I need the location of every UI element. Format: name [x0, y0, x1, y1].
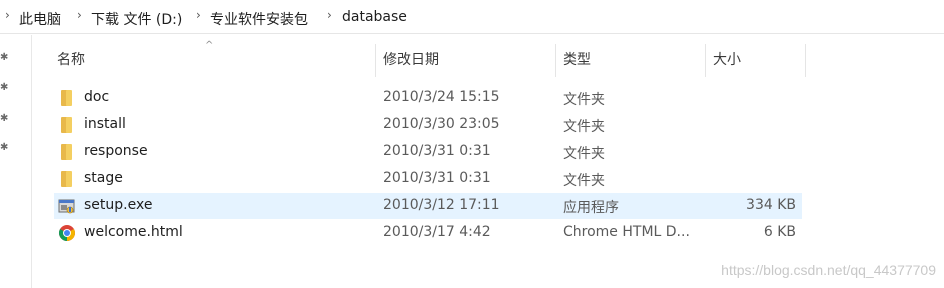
navigation-pane[interactable]: ✱ ✱ ✱ ✱	[0, 35, 32, 288]
watermark-text: https://blog.csdn.net/qq_44377709	[721, 262, 936, 278]
file-row-selected[interactable]: setup.exe 2010/3/12 17:11 应用程序 334 KB	[54, 193, 802, 219]
breadcrumb-item-current[interactable]: database	[342, 9, 407, 25]
chevron-right-icon[interactable]: ›	[196, 8, 201, 22]
address-bar[interactable]: › 此电脑 › 下载 文件 (D:) › 专业软件安装包 › database	[0, 0, 944, 34]
chevron-right-icon[interactable]: ›	[327, 8, 332, 22]
file-name: response	[84, 143, 148, 159]
file-modified: 2010/3/30 23:05	[383, 116, 500, 132]
column-header-size[interactable]: 大小	[706, 44, 806, 77]
folder-icon	[58, 170, 76, 188]
chevron-right-icon[interactable]: ›	[77, 8, 82, 22]
folder-icon	[58, 89, 76, 107]
pin-icon: ✱	[0, 142, 9, 153]
file-size: 6 KB	[763, 224, 796, 240]
file-size: 334 KB	[746, 197, 796, 213]
file-name: install	[84, 116, 126, 132]
file-modified: 2010/3/31 0:31	[383, 170, 491, 186]
file-name: setup.exe	[84, 197, 153, 213]
column-header-modified[interactable]: 修改日期	[376, 44, 556, 77]
file-type: 文件夹	[563, 146, 605, 162]
file-type: 文件夹	[563, 119, 605, 135]
chevron-right-icon[interactable]: ›	[5, 8, 10, 22]
breadcrumb-item-folder[interactable]: 专业软件安装包	[210, 9, 308, 29]
file-modified: 2010/3/24 15:15	[383, 89, 500, 105]
folder-icon	[58, 116, 76, 134]
file-modified: 2010/3/17 4:42	[383, 224, 491, 240]
pin-icon: ✱	[0, 82, 9, 93]
file-name: doc	[84, 89, 110, 105]
file-modified: 2010/3/12 17:11	[383, 197, 500, 213]
file-type: 文件夹	[563, 92, 605, 108]
file-modified: 2010/3/31 0:31	[383, 143, 491, 159]
column-header-row: 名称 修改日期 类型 大小	[50, 44, 810, 77]
file-row[interactable]: stage 2010/3/31 0:31 文件夹	[54, 166, 802, 192]
file-row[interactable]: install 2010/3/30 23:05 文件夹	[54, 112, 802, 138]
column-header-type[interactable]: 类型	[556, 44, 706, 77]
pin-icon: ✱	[0, 113, 9, 124]
file-row[interactable]: doc 2010/3/24 15:15 文件夹	[54, 85, 802, 111]
installer-icon	[58, 197, 76, 215]
file-name: stage	[84, 170, 123, 186]
file-type: 文件夹	[563, 173, 605, 189]
chrome-icon	[58, 224, 76, 242]
file-name: welcome.html	[84, 224, 183, 240]
folder-icon	[58, 143, 76, 161]
file-type: 应用程序	[563, 200, 619, 216]
pin-icon: ✱	[0, 52, 9, 63]
file-type: Chrome HTML D...	[563, 224, 690, 240]
breadcrumb-item-drive[interactable]: 下载 文件 (D:)	[91, 9, 182, 29]
file-row[interactable]: response 2010/3/31 0:31 文件夹	[54, 139, 802, 165]
file-row[interactable]: welcome.html 2010/3/17 4:42 Chrome HTML …	[54, 220, 802, 246]
breadcrumb-item-this-pc[interactable]: 此电脑	[19, 9, 61, 29]
column-header-name[interactable]: 名称	[50, 44, 376, 77]
